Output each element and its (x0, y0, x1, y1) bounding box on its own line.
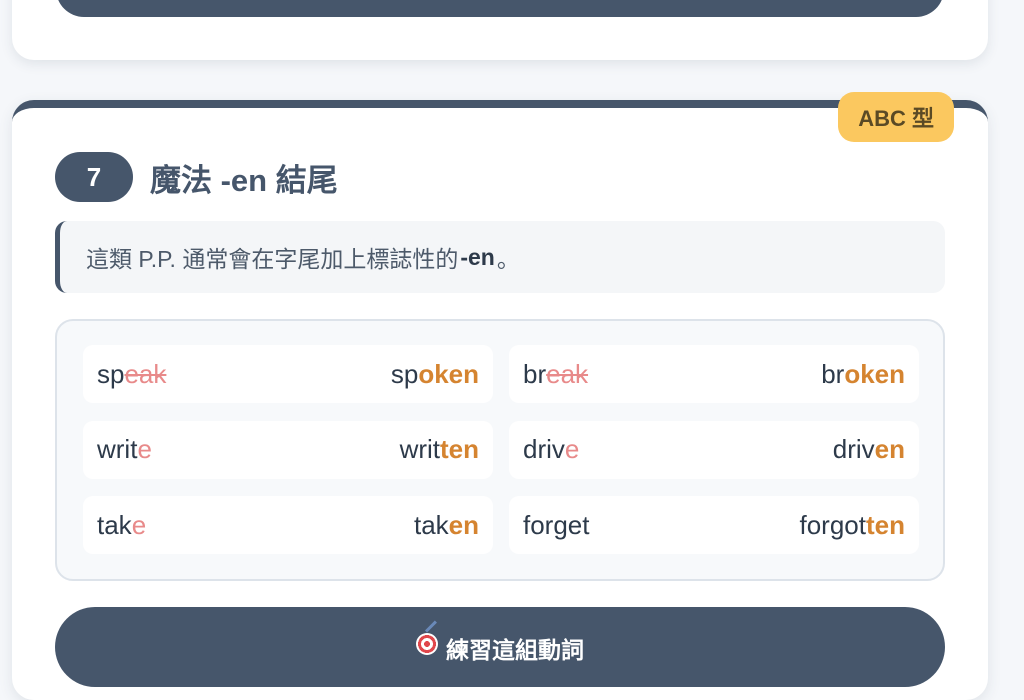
verb-pair: take taken (83, 496, 493, 555)
previous-practice-button[interactable] (56, 0, 944, 17)
description-end: 。 (496, 246, 520, 272)
verb-pair: speak spoken (83, 345, 493, 403)
verb-past-participle: spoken (390, 358, 479, 389)
verb-base: break (523, 358, 589, 389)
verb-base: drive (523, 434, 580, 465)
section-header: 7 魔法 -en 結尾 (55, 152, 338, 202)
verb-base: forget (523, 509, 590, 540)
previous-card (12, 0, 988, 60)
description-text: 這類 P.P. 通常會在字尾加上標誌性的 (86, 246, 459, 272)
verb-past-participle: forgotten (799, 509, 906, 540)
section-number-badge: 7 (55, 152, 133, 202)
target-icon (416, 633, 438, 655)
type-badge: ABC 型 (838, 92, 954, 142)
verb-base: take (97, 509, 147, 540)
description-highlight: -en (460, 243, 495, 270)
verb-past-participle: driven (832, 434, 905, 465)
description-callout: 這類 P.P. 通常會在字尾加上標誌性的 -en 。 (55, 221, 945, 293)
verb-pair: break broken (509, 345, 919, 403)
verb-past-participle: written (399, 434, 479, 465)
practice-button[interactable]: 練習這組動詞 (55, 607, 945, 687)
verb-pair: forget forgotten (509, 496, 919, 555)
verb-pair: write written (83, 420, 493, 479)
section-title: 魔法 -en 結尾 (150, 162, 338, 198)
verb-past-participle: broken (821, 358, 905, 389)
verb-base: speak (97, 358, 167, 389)
verb-pair: drive driven (509, 420, 919, 479)
verb-past-participle: taken (413, 509, 479, 540)
verb-grid: speak spoken break broken write written … (55, 319, 945, 581)
practice-button-label: 練習這組動詞 (446, 637, 584, 663)
verb-base: write (97, 434, 152, 465)
verb-group-card: ABC 型 7 魔法 -en 結尾 這類 P.P. 通常會在字尾加上標誌性的 -… (12, 92, 988, 700)
